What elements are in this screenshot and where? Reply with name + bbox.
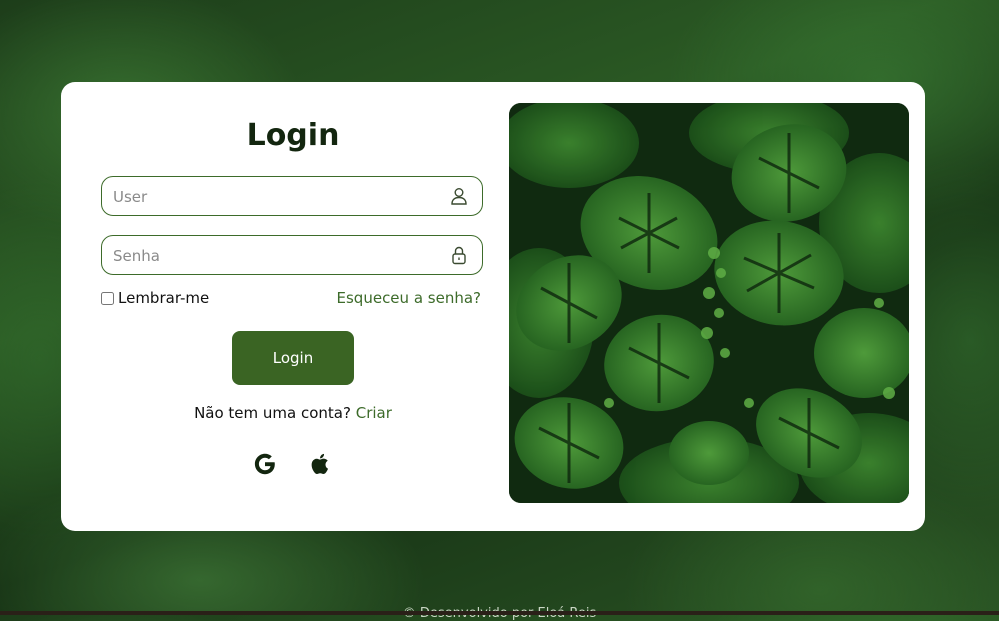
user-field[interactable] — [101, 176, 483, 217]
password-field[interactable] — [101, 235, 483, 276]
password-input[interactable] — [111, 236, 445, 276]
remember-checkbox[interactable] — [101, 291, 114, 305]
signup-link[interactable]: Criar — [356, 404, 392, 422]
google-icon[interactable] — [253, 452, 277, 476]
login-card: Login Lembrar-me Esqueceu a senha? Login… — [61, 82, 925, 531]
login-title: Login — [246, 118, 340, 153]
jungle-photo-illustration — [509, 103, 909, 503]
signup-prompt: Não tem uma conta? — [194, 404, 351, 422]
bottom-bar — [0, 611, 999, 615]
options-row: Lembrar-me Esqueceu a senha? — [101, 289, 481, 309]
login-button[interactable]: Login — [232, 331, 354, 385]
remember-me[interactable]: Lembrar-me — [101, 289, 209, 307]
lock-icon — [452, 246, 466, 265]
signup-row: Não tem uma conta? Criar — [101, 404, 485, 422]
user-input[interactable] — [111, 177, 445, 217]
jungle-photo — [509, 103, 909, 503]
remember-label: Lembrar-me — [118, 289, 210, 307]
apple-icon[interactable] — [309, 452, 333, 476]
user-icon — [451, 188, 467, 205]
forgot-password-link[interactable]: Esqueceu a senha? — [337, 289, 481, 307]
